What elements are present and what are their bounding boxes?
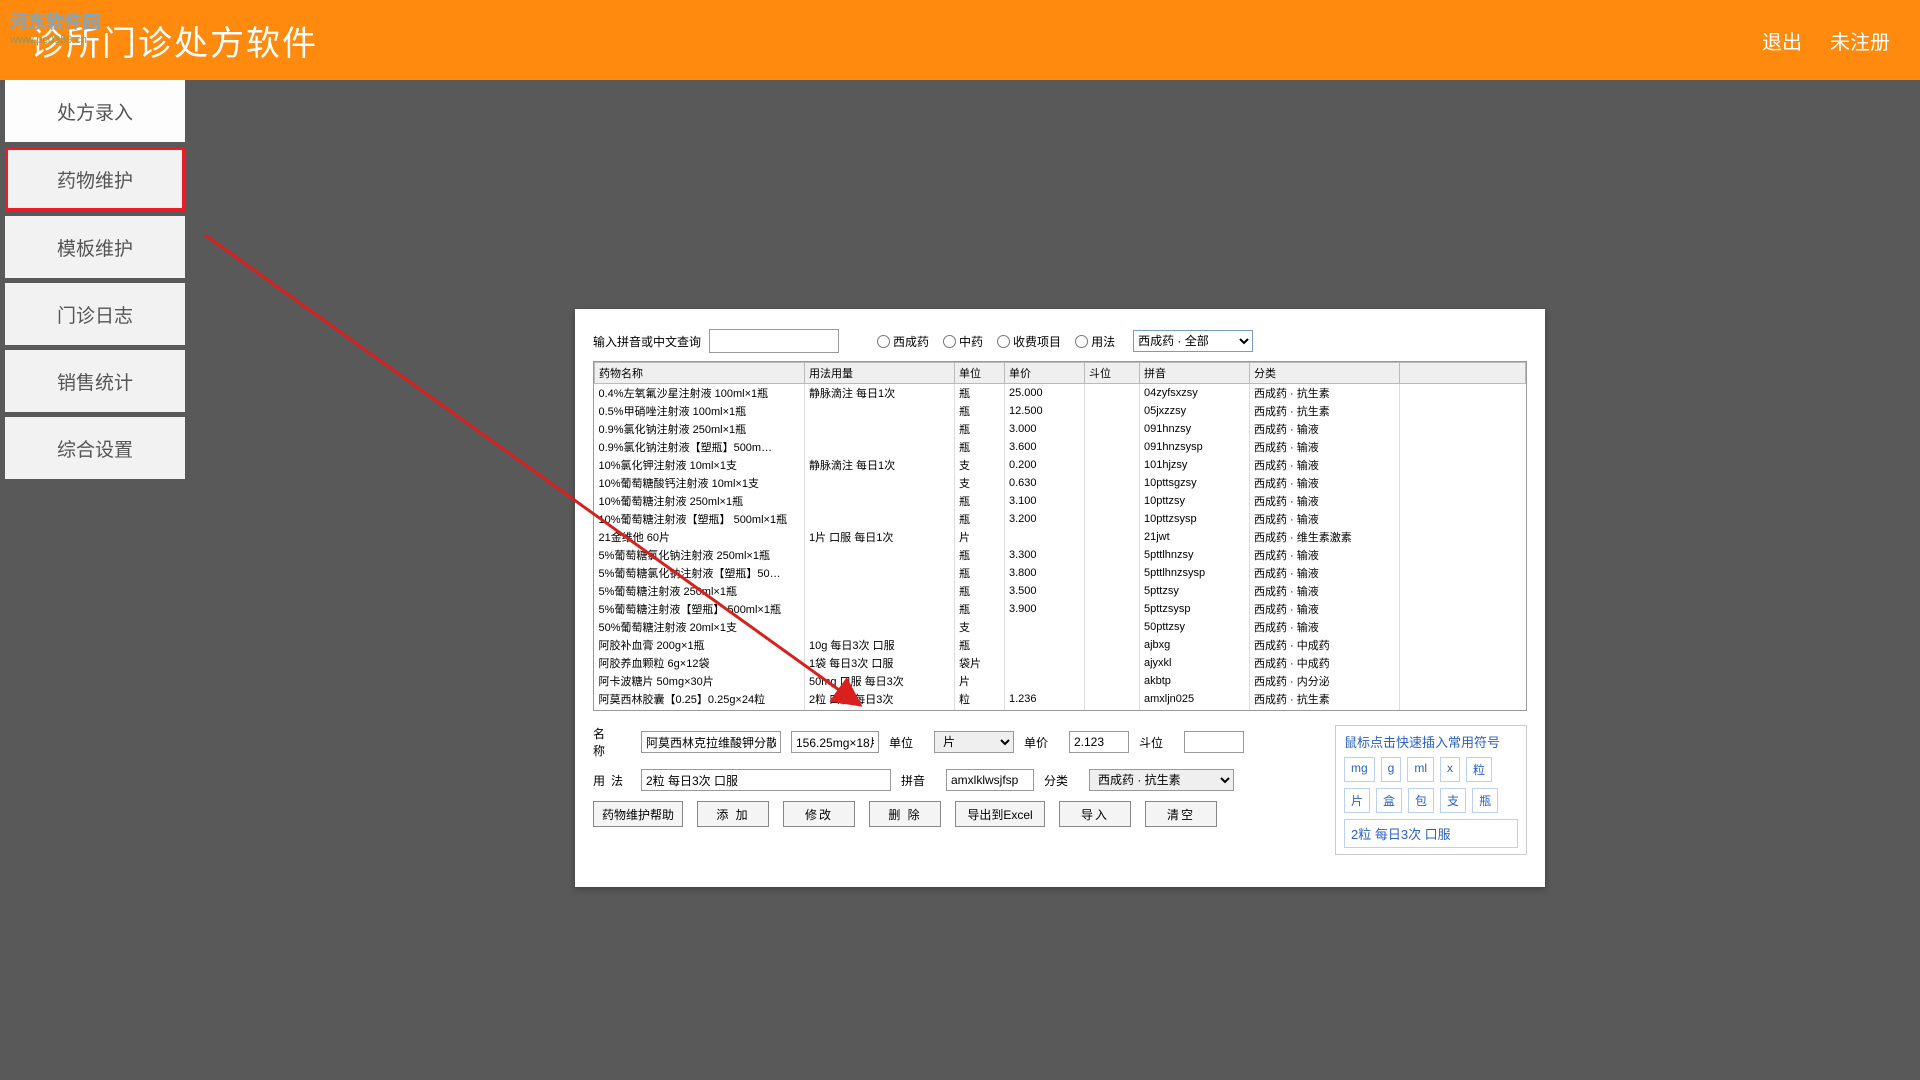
quick-token[interactable]: 支 xyxy=(1440,788,1466,813)
quick-usage-token[interactable]: 2粒 每日3次 口服 xyxy=(1344,819,1518,848)
spec-input[interactable] xyxy=(791,731,879,753)
sidebar-item-rx-entry[interactable]: 处方录入 xyxy=(5,80,185,142)
drug-type-radios: 西成药 中药 收费项目 用法 xyxy=(877,333,1115,350)
help-button[interactable]: 药物维护帮助 xyxy=(593,801,683,827)
py-input[interactable] xyxy=(946,769,1034,791)
clear-button[interactable]: 清空 xyxy=(1145,801,1217,827)
py-label: 拼音 xyxy=(901,772,936,789)
table-row[interactable]: 5%葡萄糖氯化钠注射液 250ml×1瓶瓶3.3005pttlhnzsy西成药 … xyxy=(595,546,1526,564)
radio-western[interactable]: 西成药 xyxy=(877,333,929,350)
table-row[interactable]: 0.9%氯化钠注射液 250ml×1瓶瓶3.000091hnzsy西成药 · 输… xyxy=(595,420,1526,438)
cat-select[interactable]: 西成药 · 抗生素 xyxy=(1089,769,1234,791)
sidebar: 处方录入 药物维护 模板维护 门诊日志 销售统计 综合设置 xyxy=(5,80,185,484)
table-row[interactable]: 0.4%左氧氟沙星注射液 100ml×1瓶静脉滴注 每日1次瓶25.00004z… xyxy=(595,384,1526,403)
radio-usage[interactable]: 用法 xyxy=(1075,333,1115,350)
price-input[interactable] xyxy=(1069,731,1129,753)
col-header[interactable]: 斗位 xyxy=(1085,363,1140,384)
quick-token[interactable]: 片 xyxy=(1344,788,1370,813)
table-row[interactable]: 阿胶补血膏 200g×1瓶10g 每日3次 口服瓶ajbxg西成药 · 中成药 xyxy=(595,636,1526,654)
table-row[interactable]: 10%葡萄糖注射液【塑瓶】 500ml×1瓶瓶3.20010pttzsysp西成… xyxy=(595,510,1526,528)
logo-text: 河东软件园 xyxy=(10,8,100,34)
pos-input[interactable] xyxy=(1184,731,1244,753)
table-row[interactable]: 阿莫西林胶囊【0.25】0.25g×24粒2粒 口服 每日3次粒1.236amx… xyxy=(595,690,1526,708)
radio-chinese[interactable]: 中药 xyxy=(943,333,983,350)
sidebar-item-sales[interactable]: 销售统计 xyxy=(5,350,185,412)
category-dropdown[interactable]: 西成药 · 全部 xyxy=(1133,330,1253,352)
quick-token[interactable]: g xyxy=(1381,757,1402,782)
export-button[interactable]: 导出到Excel xyxy=(955,801,1045,827)
quick-token[interactable]: x xyxy=(1440,757,1460,782)
name-label: 名 称 xyxy=(593,725,631,759)
quick-token[interactable]: mg xyxy=(1344,757,1375,782)
table-row[interactable]: 5%葡萄糖氯化钠注射液【塑瓶】50…瓶3.8005pttlhnzsysp西成药 … xyxy=(595,564,1526,582)
table-row[interactable]: 阿莫西林胶囊 0.25g×24粒2粒 口服 每日3次粒1.242amxljn西成… xyxy=(595,708,1526,711)
table-row[interactable]: 5%葡萄糖注射液 250ml×1瓶瓶3.5005pttzsy西成药 · 输液 xyxy=(595,582,1526,600)
quick-token[interactable]: 粒 xyxy=(1466,757,1492,782)
sidebar-item-settings[interactable]: 综合设置 xyxy=(5,417,185,479)
col-header[interactable]: 单位 xyxy=(955,363,1005,384)
import-button[interactable]: 导入 xyxy=(1059,801,1131,827)
col-header[interactable]: 拼音 xyxy=(1140,363,1250,384)
unit-label: 单位 xyxy=(889,734,924,751)
add-button[interactable]: 添 加 xyxy=(697,801,769,827)
table-row[interactable]: 阿卡波糖片 50mg×30片50mg 口服 每日3次片akbtp西成药 · 内分… xyxy=(595,672,1526,690)
col-header[interactable]: 药物名称 xyxy=(595,363,805,384)
table-row[interactable]: 50%葡萄糖注射液 20ml×1支支50pttzsy西成药 · 输液 xyxy=(595,618,1526,636)
col-header[interactable]: 用法用量 xyxy=(805,363,955,384)
unit-select[interactable]: 片 xyxy=(934,731,1014,753)
quick-title: 鼠标点击快速插入常用符号 xyxy=(1344,732,1518,751)
table-row[interactable]: 21金维他 60片1片 口服 每日1次片21jwt西成药 · 维生素激素 xyxy=(595,528,1526,546)
query-input[interactable] xyxy=(709,329,839,353)
table-row[interactable]: 阿胶养血颗粒 6g×12袋1袋 每日3次 口服袋片ajyxkl西成药 · 中成药 xyxy=(595,654,1526,672)
sidebar-item-template[interactable]: 模板维护 xyxy=(5,216,185,278)
table-row[interactable]: 10%氯化钾注射液 10ml×1支静脉滴注 每日1次支0.200101hjzsy… xyxy=(595,456,1526,474)
exit-link[interactable]: 退出 xyxy=(1762,26,1802,55)
cat-label: 分类 xyxy=(1044,772,1079,789)
drug-grid[interactable]: 药物名称用法用量单位单价斗位拼音分类 0.4%左氧氟沙星注射液 100ml×1瓶… xyxy=(593,361,1527,711)
quick-token[interactable]: 盒 xyxy=(1376,788,1402,813)
drug-maintenance-panel: 输入拼音或中文查询 西成药 中药 收费项目 用法 西成药 · 全部 药物名称用法… xyxy=(575,309,1545,887)
quick-token[interactable]: ml xyxy=(1407,757,1434,782)
unregistered-link[interactable]: 未注册 xyxy=(1830,26,1890,55)
radio-fee[interactable]: 收费项目 xyxy=(997,333,1061,350)
table-row[interactable]: 10%葡萄糖酸钙注射液 10ml×1支支0.63010pttsgzsy西成药 ·… xyxy=(595,474,1526,492)
quick-token[interactable]: 瓶 xyxy=(1472,788,1498,813)
app-header: 诊所门诊处方软件 退出 未注册 xyxy=(0,0,1920,80)
col-header[interactable]: 单价 xyxy=(1005,363,1085,384)
logo-url: www.pc0359.cn xyxy=(10,34,87,46)
quick-insert-panel: 鼠标点击快速插入常用符号 mggmlx粒 片盒包支瓶 2粒 每日3次 口服 xyxy=(1335,725,1527,855)
modify-button[interactable]: 修改 xyxy=(783,801,855,827)
table-row[interactable]: 0.5%甲硝唑注射液 100ml×1瓶瓶12.50005jxzzsy西成药 · … xyxy=(595,402,1526,420)
sidebar-item-clinic-log[interactable]: 门诊日志 xyxy=(5,283,185,345)
table-row[interactable]: 0.9%氯化钠注射液【塑瓶】500m…瓶3.600091hnzsysp西成药 ·… xyxy=(595,438,1526,456)
table-row[interactable]: 10%葡萄糖注射液 250ml×1瓶瓶3.10010pttzsy西成药 · 输液 xyxy=(595,492,1526,510)
delete-button[interactable]: 删 除 xyxy=(869,801,941,827)
usage-input[interactable] xyxy=(641,769,891,791)
sidebar-item-drug-maint[interactable]: 药物维护 xyxy=(5,147,185,211)
table-row[interactable]: 5%葡萄糖注射液【塑瓶】 500ml×1瓶瓶3.9005pttzsysp西成药 … xyxy=(595,600,1526,618)
col-header[interactable]: 分类 xyxy=(1250,363,1400,384)
quick-token[interactable]: 包 xyxy=(1408,788,1434,813)
query-label: 输入拼音或中文查询 xyxy=(593,333,701,350)
usage-label: 用法 xyxy=(593,772,631,789)
pos-label: 斗位 xyxy=(1139,734,1174,751)
name-input[interactable] xyxy=(641,731,781,753)
price-label: 单价 xyxy=(1024,734,1059,751)
